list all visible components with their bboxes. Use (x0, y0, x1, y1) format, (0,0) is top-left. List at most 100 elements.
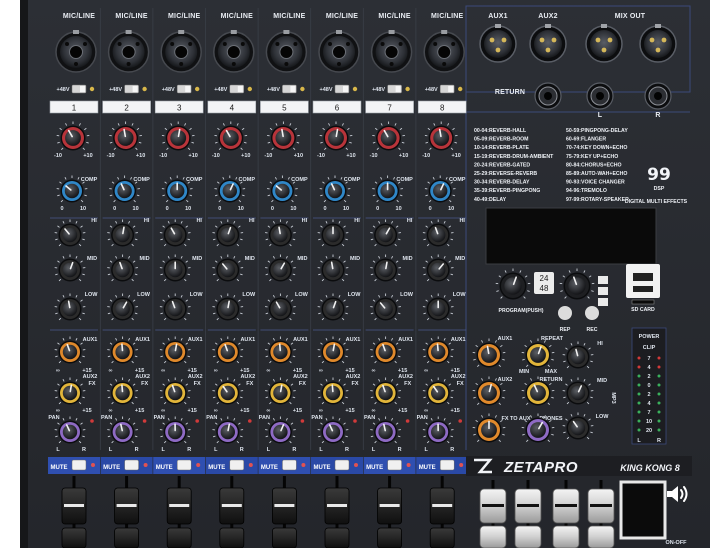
clip-label: CLIP (643, 345, 656, 351)
dsp-caption: DIGITAL MULTI EFFECTS (625, 199, 688, 205)
aux2-scale-min: ∞ (319, 408, 323, 414)
phantom-power-switch[interactable] (334, 84, 350, 94)
aux2-scale-min: ∞ (372, 408, 376, 414)
low-label: LOW (400, 292, 414, 298)
pan-right-label: R (187, 447, 191, 453)
comp-scale-min: 0 (166, 206, 169, 212)
sd-card-slot[interactable] (631, 299, 655, 305)
hi-label: HI (196, 218, 202, 224)
phantom-power-switch[interactable] (387, 84, 402, 94)
quarter-inch-jack[interactable] (586, 82, 614, 110)
mute-led (406, 463, 411, 467)
gain-scale-max: +10 (399, 153, 408, 159)
channel-number: 1 (72, 104, 77, 113)
comp-scale-max: 10 (396, 206, 402, 212)
mute-button[interactable] (439, 459, 455, 471)
mixer-panel-drawing: MIC/LINE +48V 1 -10 +10 COMP 0 10 HI MID LOW AUX1 ∞ +… (0, 0, 726, 548)
phantom-power-switch[interactable] (229, 84, 245, 94)
mute-label: MUTE (208, 465, 225, 471)
master-fader[interactable] (552, 480, 580, 548)
aux2-scale-min: ∞ (109, 408, 113, 414)
usb-slot (633, 273, 653, 281)
aux1-label: AUX1 (240, 337, 255, 343)
phantom-power-switch[interactable] (124, 84, 139, 94)
comp-scale-min: 0 (429, 206, 432, 212)
phantom-power-switch[interactable] (282, 84, 297, 94)
channel-number: 5 (282, 104, 287, 113)
fx-label: FX (88, 381, 95, 387)
aux2-label: AUX2 (398, 374, 413, 380)
master-fader[interactable] (479, 480, 507, 548)
mute-button[interactable] (282, 459, 297, 471)
meter-scale-value: 10 (646, 419, 652, 425)
mute-button[interactable] (176, 459, 192, 471)
clip-led (458, 419, 463, 423)
aux1-output-label: AUX1 (488, 13, 507, 20)
phantom-label: +48V (320, 87, 333, 93)
rec-button[interactable] (585, 306, 599, 320)
aux2-scale-max: +15 (345, 408, 354, 414)
mute-button[interactable] (334, 459, 350, 471)
low-label: LOW (295, 292, 309, 298)
comp-scale-max: 10 (133, 206, 139, 212)
dsp-preset-right: 60-69:FLANGER (566, 137, 606, 143)
master-fader[interactable] (587, 480, 615, 548)
mute-button[interactable] (124, 459, 139, 471)
aux2-scale-min: ∞ (56, 408, 60, 414)
power-switch[interactable] (619, 480, 667, 540)
mute-led (354, 463, 358, 467)
transport-button[interactable] (598, 298, 608, 306)
dsp-preset-left: 05-09:REVERB-ROOM (474, 137, 528, 143)
rep-button[interactable] (558, 306, 572, 320)
phantom-label: +48V (109, 87, 122, 93)
aux1-label: AUX1 (293, 337, 308, 343)
transport-button[interactable] (598, 276, 608, 284)
meter-scale-value: 2 (647, 392, 650, 398)
dsp-preset-right: 90-93:VOICE CHANGER (566, 180, 625, 186)
dsp-preset-right: 94-96:TREMOLO (566, 188, 607, 194)
aux2-label: AUX2 (83, 374, 98, 380)
dsp-preset-left: 10-14:REVERB-PLATE (474, 145, 529, 151)
dsp-preset-left: 35-39:REVERB-PINGPONG (474, 188, 540, 194)
transport-button[interactable] (598, 287, 608, 295)
comp-label: COMP (186, 177, 203, 183)
phantom-power-switch[interactable] (176, 84, 192, 94)
phantom-power-switch[interactable] (439, 84, 455, 94)
clip-led (405, 419, 410, 423)
aux1-label: AUX1 (83, 337, 98, 343)
aux2-label: AUX2 (346, 374, 361, 380)
aux2-scale-max: +15 (188, 408, 197, 414)
quarter-inch-jack[interactable] (644, 82, 672, 110)
mute-button[interactable] (71, 459, 87, 471)
aux1-scale-min: ∞ (266, 368, 270, 374)
pan-right-label: R (135, 447, 139, 453)
aux1-label: AUX1 (135, 337, 150, 343)
gain-scale-min: -10 (159, 153, 167, 159)
aux2-scale-max: +15 (451, 408, 460, 414)
dsp-preset-right: 97-99:ROTARY-SPEAKER (566, 197, 629, 203)
mute-led (143, 463, 148, 467)
mute-led (196, 463, 201, 467)
quarter-inch-jack[interactable] (534, 82, 562, 110)
mute-button[interactable] (387, 459, 402, 471)
pan-right-label: R (240, 447, 244, 453)
master-aux2-label: AUX2 (498, 377, 513, 383)
volume-speaker-icon[interactable] (664, 482, 690, 506)
mute-label: MUTE (366, 465, 383, 471)
gain-scale-min: -10 (107, 153, 115, 159)
phantom-power-switch[interactable] (71, 84, 87, 94)
dsp-preset-right: 70-74:KEY DOWN+ECHO (566, 145, 627, 151)
master-fader[interactable] (514, 480, 542, 548)
phantom-led (142, 86, 147, 92)
mute-button[interactable] (229, 459, 245, 471)
gain-scale-max: +10 (294, 153, 303, 159)
hi-label: HI (354, 218, 360, 224)
pan-label: PAN (48, 415, 59, 421)
usb-slot-lower (633, 286, 653, 292)
comp-scale-min: 0 (323, 206, 326, 212)
meter-scale-value: 7 (647, 356, 650, 362)
aux2-label: AUX2 (188, 374, 203, 380)
meter-led-left (637, 383, 641, 387)
comp-label: COMP (133, 177, 150, 183)
hi-label: HI (144, 218, 150, 224)
